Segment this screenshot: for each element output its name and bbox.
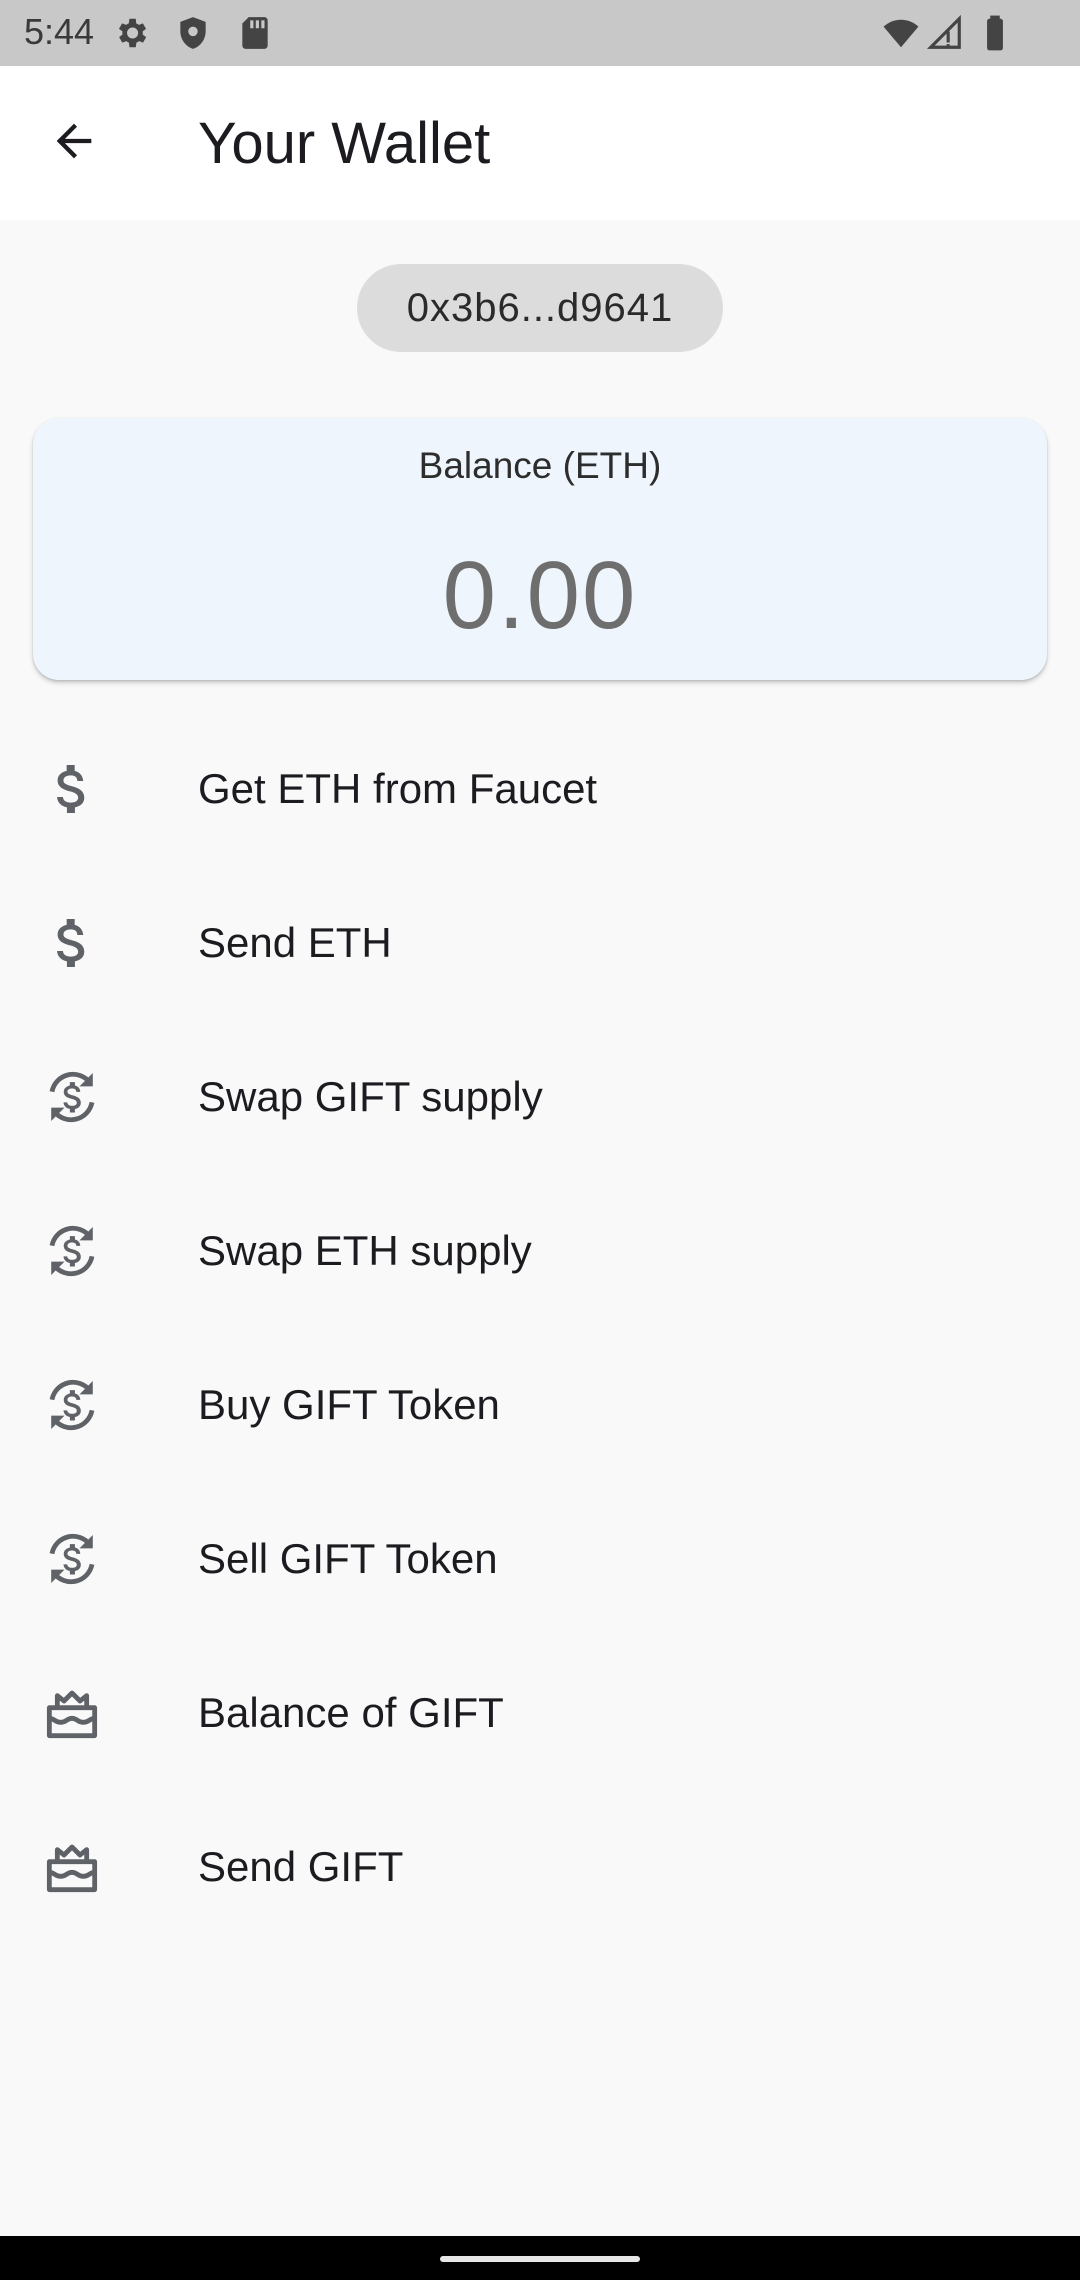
menu-item-send-eth[interactable]: Send ETH [0, 866, 1080, 1020]
currency-exchange-icon [40, 1373, 104, 1437]
menu-item-swap-gift-supply[interactable]: Swap GIFT supply [0, 1020, 1080, 1174]
menu-item-swap-eth-supply[interactable]: Swap ETH supply [0, 1174, 1080, 1328]
dollar-icon [40, 911, 104, 975]
back-button[interactable] [36, 105, 112, 181]
menu-item-get-eth-from-faucet[interactable]: Get ETH from Faucet [0, 712, 1080, 866]
menu-item-buy-gift-token[interactable]: Buy GIFT Token [0, 1328, 1080, 1482]
gear-icon [112, 14, 150, 52]
balance-value: 0.00 [442, 542, 638, 649]
wifi-icon [882, 14, 920, 52]
sd-card-icon [236, 14, 274, 52]
menu-item-label: Get ETH from Faucet [198, 765, 598, 812]
menu-item-label: Swap GIFT supply [198, 1073, 543, 1120]
app-bar: Your Wallet [0, 66, 1080, 220]
home-gesture-handle[interactable] [440, 2256, 640, 2262]
menu-item-sell-gift-token[interactable]: Sell GIFT Token [0, 1482, 1080, 1636]
cake-icon [40, 1835, 104, 1899]
system-nav-bar [0, 2236, 1080, 2280]
currency-exchange-icon [40, 1527, 104, 1591]
menu-item-balance-of-gift[interactable]: Balance of GIFT [0, 1636, 1080, 1790]
page-title: Your Wallet [198, 111, 491, 176]
battery-icon [976, 14, 1014, 52]
action-list: Get ETH from Faucet Send ETH Swap GIFT s… [0, 712, 1080, 1944]
cake-icon [40, 1681, 104, 1745]
balance-card: Balance (ETH) 0.00 [33, 418, 1047, 680]
arrow-back-icon [48, 115, 100, 172]
currency-exchange-icon [40, 1219, 104, 1283]
menu-item-label: Balance of GIFT [198, 1689, 504, 1736]
currency-exchange-icon [40, 1065, 104, 1129]
wallet-address-chip[interactable]: 0x3b6...d9641 [357, 264, 723, 352]
menu-item-label: Buy GIFT Token [198, 1381, 500, 1428]
menu-item-label: Sell GIFT Token [198, 1535, 498, 1582]
menu-item-label: Swap ETH supply [198, 1227, 532, 1274]
shield-icon [174, 14, 212, 52]
dollar-icon [40, 757, 104, 821]
menu-item-label: Send GIFT [198, 1843, 404, 1890]
status-time: 5:44 [24, 11, 95, 52]
balance-label: Balance (ETH) [418, 445, 662, 486]
menu-item-send-gift[interactable]: Send GIFT [0, 1790, 1080, 1944]
signal-icon [926, 14, 964, 52]
menu-item-label: Send ETH [198, 919, 392, 966]
status-bar: 5:44 [0, 0, 1080, 66]
